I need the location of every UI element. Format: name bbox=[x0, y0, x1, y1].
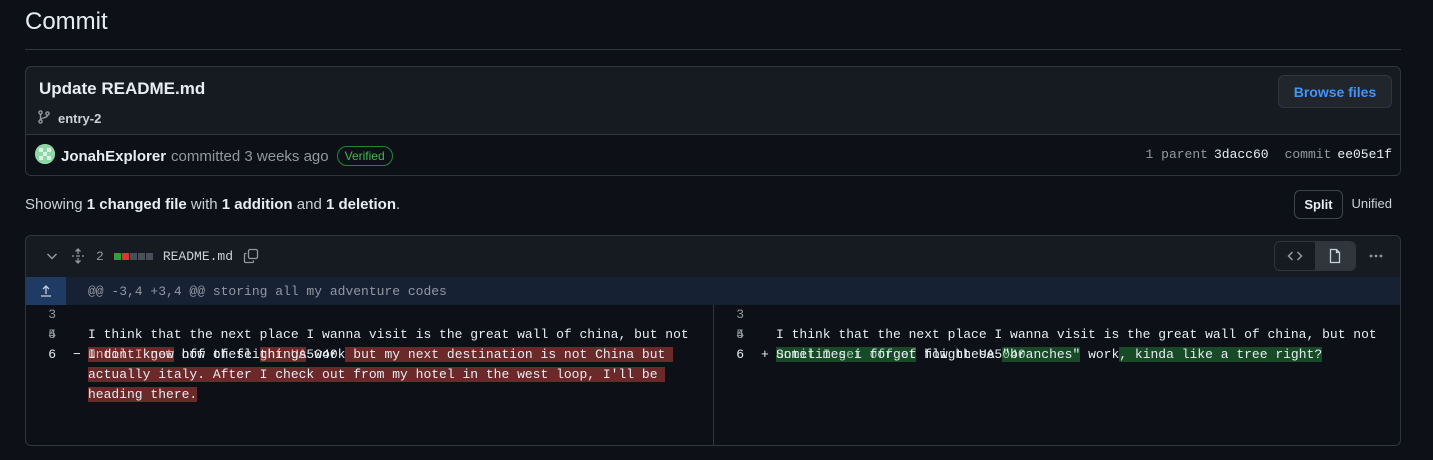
diffstat-bar bbox=[113, 252, 153, 260]
unified-view-button[interactable]: Unified bbox=[1343, 190, 1401, 217]
commit-sha[interactable]: ee05e1f bbox=[1337, 147, 1392, 162]
code-segment: how these bbox=[916, 347, 1003, 362]
page-title: Commit bbox=[25, 8, 108, 35]
chevron-down-icon[interactable] bbox=[44, 248, 60, 264]
changed-text: I dont know bbox=[88, 347, 174, 362]
hunk-header-text: @@ -3,4 +3,4 @@ storing all my adventure… bbox=[88, 284, 447, 299]
parent-label: 1 parent bbox=[1145, 147, 1208, 162]
left-diff-line: 5 bbox=[26, 325, 712, 345]
right-diff-line: 5 bbox=[714, 325, 1400, 345]
split-divider bbox=[713, 305, 714, 445]
diff-view-toggle: Split Unified bbox=[1294, 190, 1401, 219]
expand-up-button[interactable] bbox=[26, 277, 66, 305]
addition-marker: + bbox=[761, 347, 769, 362]
verified-badge[interactable]: Verified bbox=[336, 146, 393, 166]
code-segment: work bbox=[1080, 347, 1120, 362]
code-view-button[interactable] bbox=[1275, 242, 1315, 270]
git-branch-icon bbox=[36, 109, 52, 128]
avatar[interactable] bbox=[35, 144, 55, 164]
browse-files-button[interactable]: Browse files bbox=[1278, 75, 1392, 108]
commit-label: commit bbox=[1284, 147, 1332, 162]
code-text: I dont know how these things work but my… bbox=[88, 345, 712, 405]
title-divider bbox=[25, 49, 1401, 50]
changed-text: , kinda like a tree right? bbox=[1119, 347, 1323, 362]
line-number[interactable]: 5 bbox=[714, 325, 754, 345]
code-icon bbox=[1287, 248, 1303, 264]
code-segment: how these bbox=[173, 347, 260, 362]
diffstat-block bbox=[129, 252, 137, 260]
commit-meta-row: JonahExplorer committed 3 weeks ago Veri… bbox=[26, 134, 1400, 175]
changed-files-count: 1 changed file bbox=[86, 196, 187, 213]
file-name-link[interactable]: README.md bbox=[163, 249, 233, 264]
parent-sha-link[interactable]: 3dacc60 bbox=[1214, 147, 1269, 162]
diffstat-block bbox=[137, 252, 145, 260]
commit-header-box: Update README.md entry-2 Browse files Jo… bbox=[25, 66, 1401, 176]
rich-view-button[interactable] bbox=[1315, 242, 1355, 270]
commit-author-link[interactable]: JonahExplorer bbox=[61, 148, 166, 165]
split-view-button[interactable]: Split bbox=[1294, 190, 1343, 219]
file-diff: 2 README.md @@ -3,4 +3,4 @@ storing all … bbox=[25, 235, 1401, 446]
branch-name: entry-2 bbox=[58, 111, 102, 126]
commit-title: Update README.md bbox=[39, 79, 206, 98]
line-number[interactable]: 3 bbox=[714, 305, 754, 325]
code-segment: work bbox=[306, 347, 346, 362]
branch-label[interactable]: entry-2 bbox=[36, 109, 101, 128]
diffstat-block bbox=[113, 252, 121, 260]
expand-icon[interactable] bbox=[70, 248, 86, 264]
deletions-count: 1 deletion bbox=[325, 196, 396, 213]
diffstat-block bbox=[145, 252, 153, 260]
expand-up-icon bbox=[38, 283, 54, 299]
hunk-header: @@ -3,4 +3,4 @@ storing all my adventure… bbox=[26, 277, 1400, 305]
kebab-icon[interactable] bbox=[1360, 242, 1392, 270]
diff-summary: Showing 1 changed file with 1 addition a… bbox=[25, 196, 401, 213]
file-icon bbox=[1327, 248, 1343, 264]
changed-text: things bbox=[259, 347, 307, 362]
line-number[interactable]: 5 bbox=[26, 325, 66, 345]
file-header: 2 README.md bbox=[26, 236, 1400, 278]
copy-icon[interactable] bbox=[243, 248, 259, 264]
line-number[interactable]: 3 bbox=[26, 305, 66, 325]
diffstat-block bbox=[121, 252, 129, 260]
code-text: Sometimes i forget how these "branches" … bbox=[776, 345, 1400, 365]
left-pane: 3 4I think that the next place I wanna v… bbox=[26, 305, 712, 402]
changed-text: "branches" bbox=[1002, 347, 1081, 362]
changed-text: Sometimes i forget bbox=[776, 347, 917, 362]
additions-count: 1 addition bbox=[221, 196, 293, 213]
changes-count: 2 bbox=[96, 248, 104, 264]
deletion-marker: − bbox=[73, 347, 81, 362]
left-diff-line: 3 bbox=[26, 305, 712, 325]
commit-action-text: committed 3 weeks ago bbox=[171, 147, 329, 165]
right-diff-line: 3 bbox=[714, 305, 1400, 325]
right-pane: 3 4I think that the next place I wanna v… bbox=[714, 305, 1400, 362]
